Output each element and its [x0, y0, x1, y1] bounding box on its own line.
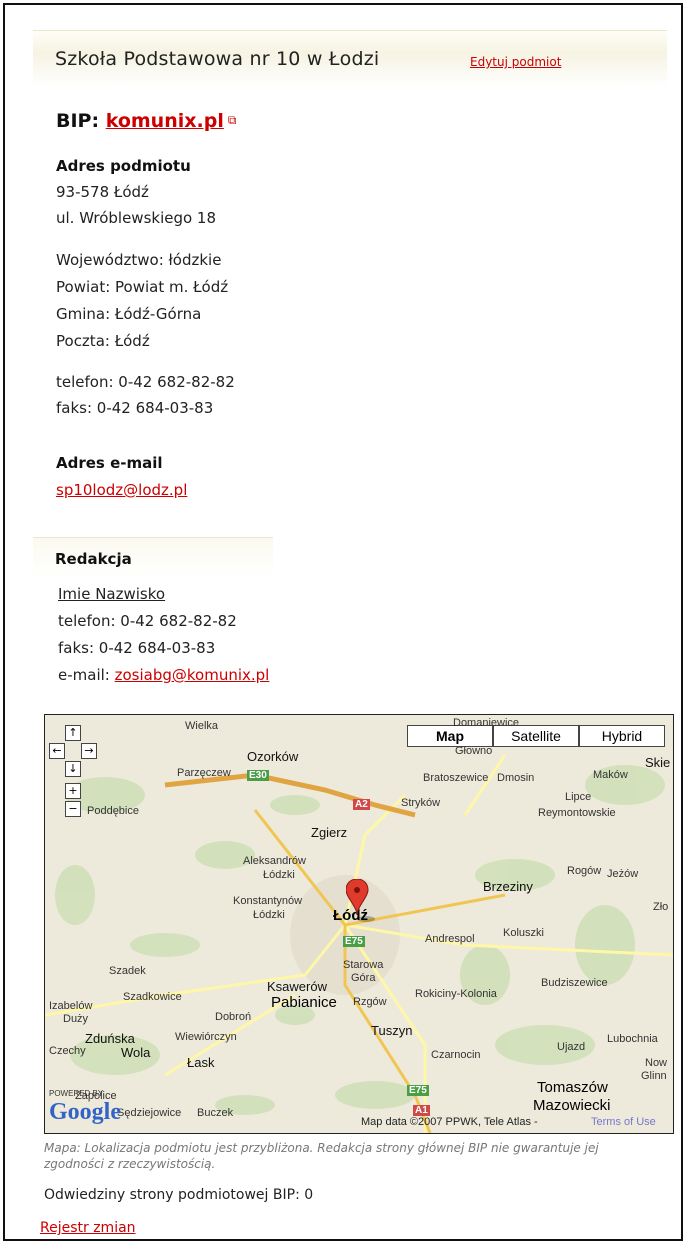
post-office: Poczta: Łódź — [56, 332, 150, 350]
google-logo[interactable]: Google — [49, 1099, 121, 1126]
map-label: Aleksandrów — [243, 855, 306, 867]
map-label: Skie — [645, 755, 671, 770]
map-label: Pabianice — [271, 994, 337, 1011]
map-label: Zduńska — [85, 1031, 135, 1046]
map-label: Tuszyn — [371, 1023, 413, 1038]
map-type-hybrid-button[interactable]: Hybrid — [579, 725, 665, 747]
map-label: Izabelów — [49, 1000, 93, 1012]
map-label: Czarnocin — [431, 1049, 481, 1061]
commune: Gmina: Łódź-Górna — [56, 305, 202, 323]
pan-up-icon[interactable]: ↑ — [65, 725, 81, 741]
map-label: Ujazd — [557, 1041, 586, 1053]
address-street: ul. Wróblewskiego 18 — [56, 209, 217, 227]
editor-email-label: e-mail: — [58, 666, 110, 684]
map-label: Ksawerów — [267, 979, 327, 994]
map-label: Starowa — [343, 959, 384, 971]
map-label: Ozorków — [247, 749, 299, 764]
bip-link[interactable]: komunix.pl — [106, 110, 224, 132]
map-label: Wielka — [185, 720, 219, 732]
address-heading: Adres podmiotu — [56, 157, 191, 175]
page-title: Szkoła Podstawowa nr 10 w Łodzi — [55, 48, 380, 70]
map-label: Zło — [653, 901, 669, 913]
editor-email-row: e-mail: zosiabg@komunix.pl — [58, 666, 269, 684]
phone: telefon: 0-42 682-82-82 — [56, 373, 235, 391]
map-label: Rogów — [567, 865, 602, 877]
visit-counter: Odwiedziny strony podmiotowej BIP: 0 — [44, 1187, 314, 1203]
voivodeship: Województwo: łódzkie — [56, 251, 222, 269]
email-link[interactable]: sp10lodz@lodz.pl — [56, 481, 187, 499]
changelog-link[interactable]: Rejestr zmian — [40, 1220, 136, 1236]
map-label: Koluszki — [503, 927, 544, 939]
map-label: Bratoszewice — [423, 772, 489, 784]
map-attribution: Map data ©2007 PPWK, Tele Atlas - — [361, 1116, 538, 1128]
road-shield: E30 — [247, 770, 269, 781]
map-label: Sędziejowice — [117, 1107, 182, 1119]
map-label: Domaniewice — [453, 717, 520, 729]
road-shield: A1 — [413, 1105, 430, 1116]
road-shield: A2 — [353, 799, 370, 810]
zoom-out-icon[interactable]: − — [65, 801, 81, 817]
entity-header: Szkoła Podstawowa nr 10 w Łodzi Edytuj p… — [33, 30, 667, 87]
map-label: Jeżów — [607, 868, 639, 880]
bip-prefix: BIP: — [56, 110, 100, 132]
map-label: Tomaszów — [537, 1079, 608, 1096]
map-label: Szadkowice — [123, 991, 182, 1003]
editor-fax: faks: 0-42 684-03-83 — [58, 639, 216, 657]
map-label: Maków — [593, 769, 628, 781]
address-postal: 93-578 Łódź — [56, 183, 149, 201]
map-label: Glinn — [641, 1070, 667, 1082]
pan-down-icon[interactable]: ↓ — [65, 761, 81, 777]
map-label: Lubochnia — [607, 1033, 658, 1045]
map-label: Wiewiórczyn — [175, 1031, 237, 1043]
county: Powiat: Powiat m. Łódź — [56, 278, 229, 296]
map-label: Głowno — [455, 745, 493, 757]
map-label: Dobroń — [215, 1011, 252, 1023]
map-label: Reymontowskie — [538, 807, 616, 819]
zoom-in-icon[interactable]: + — [65, 783, 81, 799]
pan-left-icon[interactable]: ← — [49, 743, 65, 759]
map-label: Zgierz — [311, 825, 348, 840]
editor-email-link[interactable]: zosiabg@komunix.pl — [115, 666, 270, 684]
map-label: Konstantynów — [233, 895, 303, 907]
editorial-header: Redakcja — [33, 537, 273, 578]
map-label: Łask — [187, 1055, 215, 1070]
map-disclaimer: Mapa: Lokalizacja podmiotu jest przybliż… — [44, 1141, 599, 1171]
map-label: Duży — [63, 1013, 89, 1025]
map-label: Łódzki — [263, 869, 295, 881]
map-label: Parzęczew — [177, 767, 231, 779]
map-label: Buczek — [197, 1107, 234, 1119]
edit-entity-link[interactable]: Edytuj podmiot — [470, 55, 561, 69]
pan-right-icon[interactable]: → — [81, 743, 97, 759]
map-label: Czechy — [49, 1045, 86, 1057]
map-label: Lipce — [565, 791, 592, 803]
fax: faks: 0-42 684-03-83 — [56, 399, 214, 417]
map-terms-link[interactable]: Terms of Use — [591, 1116, 656, 1128]
map-label: Mazowiecki — [533, 1097, 611, 1114]
map-label: Rokiciny-Kolonia — [415, 988, 497, 1000]
map-label: Budziszewice — [541, 977, 608, 989]
location-map[interactable]: Map Satellite Hybrid ↑ ← → ↓ + − Wielka … — [44, 714, 674, 1134]
map-label: Stryków — [401, 797, 441, 809]
map-label: Góra — [351, 972, 376, 984]
road-shield: E75 — [407, 1085, 429, 1096]
external-link-icon[interactable]: ⧉ — [228, 113, 237, 127]
map-label: Brzeziny — [483, 879, 533, 894]
email-heading: Adres e-mail — [56, 454, 163, 472]
map-label: Poddębice — [87, 805, 139, 817]
editor-name-link[interactable]: Imie Nazwisko — [58, 585, 165, 603]
map-label: Rzgów — [353, 996, 387, 1008]
map-label: Dmosin — [497, 772, 535, 784]
editorial-heading: Redakcja — [55, 550, 132, 568]
map-label: Szadek — [109, 965, 146, 977]
powered-by-label: POWERED BY — [49, 1089, 104, 1098]
map-label: Andrespol — [425, 933, 475, 945]
bip-line: BIP: komunix.pl ⧉ — [56, 110, 236, 132]
road-shield: E75 — [343, 936, 365, 947]
map-label: Łódzki — [253, 909, 285, 921]
map-label: Wola — [121, 1045, 151, 1060]
location-marker-icon[interactable] — [346, 879, 376, 923]
map-terrain — [45, 715, 673, 1133]
map-label: Now — [645, 1057, 668, 1069]
editor-phone: telefon: 0-42 682-82-82 — [58, 612, 237, 630]
